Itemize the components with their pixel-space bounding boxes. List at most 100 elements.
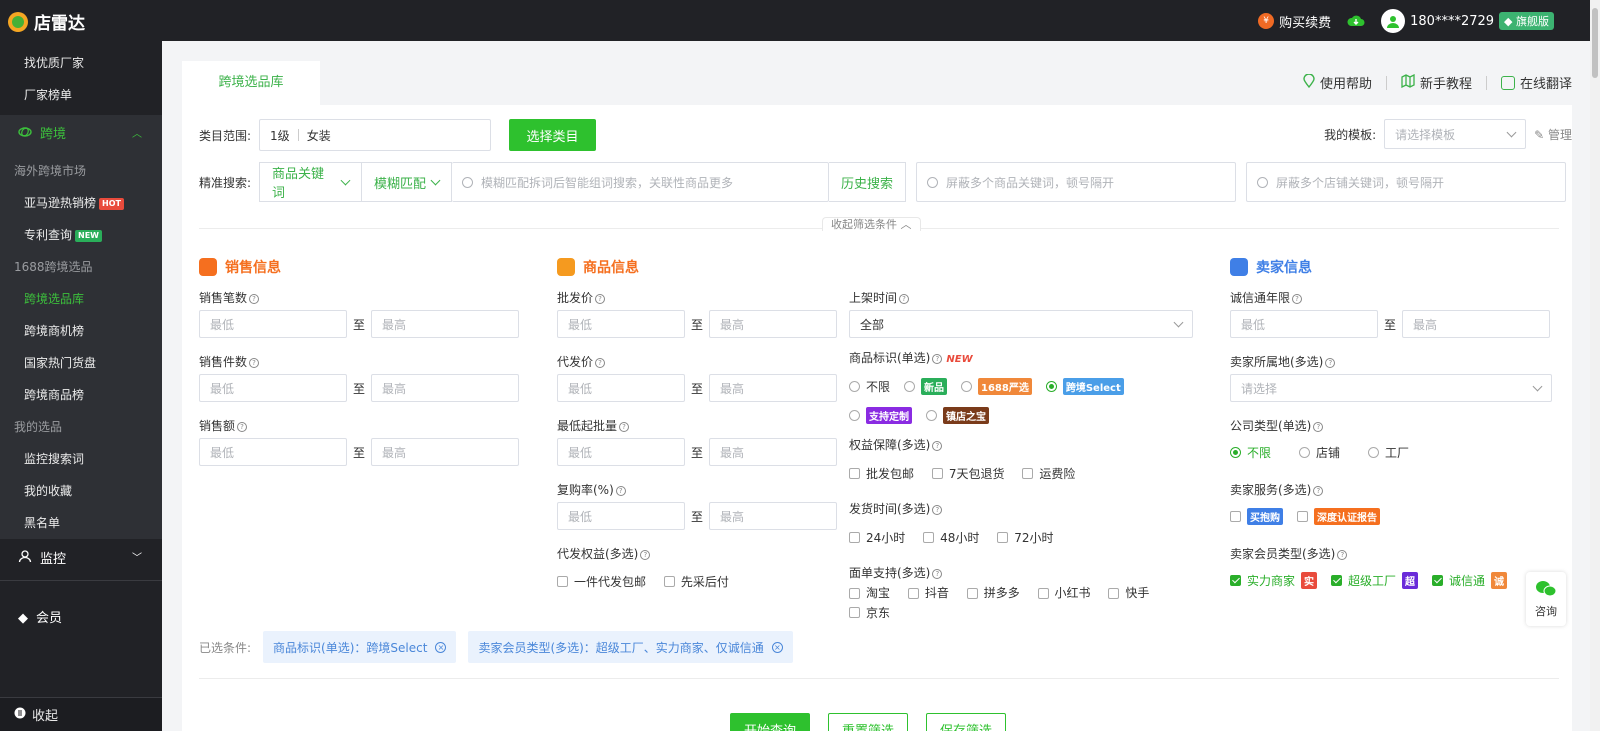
help-icon[interactable]: ? <box>249 357 260 368</box>
checkbox-wholesale-free-shipping[interactable]: 批发包邮 <box>849 465 914 482</box>
list-time-select[interactable]: 全部 <box>849 310 1193 338</box>
help-icon[interactable]: ? <box>932 504 943 515</box>
app-logo[interactable]: 店雷达 <box>8 9 85 34</box>
checkbox-credit[interactable]: 诚信通诚 <box>1432 572 1508 589</box>
sidebar-item-cross-product-rank[interactable]: 跨境商品榜 <box>0 379 162 411</box>
scroll-thumb[interactable] <box>1592 8 1598 78</box>
min-input[interactable]: 最低 <box>557 502 685 530</box>
sidebar-item-country-hot[interactable]: 国家热门货盘 <box>0 347 162 379</box>
sidebar-item-cross-library[interactable]: 跨境选品库 <box>0 283 162 315</box>
radio-mark-1688-select[interactable]: 1688严选 <box>961 378 1032 395</box>
select-category-button[interactable]: 选择类目 <box>509 119 597 151</box>
sidebar-item-cross-opportunity[interactable]: 跨境商机榜 <box>0 315 162 347</box>
help-icon[interactable]: ? <box>595 293 606 304</box>
help-icon[interactable]: ? <box>249 293 260 304</box>
collapse-filters-button[interactable]: 收起筛选条件 ︿ <box>822 217 921 231</box>
save-filter-button[interactable]: 保存筛选 <box>926 713 1006 731</box>
sidebar-item-patent[interactable]: 专利查询 NEW <box>0 219 162 251</box>
start-query-button[interactable]: 开始查询 <box>730 713 810 731</box>
selected-chip[interactable]: 卖家会员类型(多选)：超级工厂、实力商家、仅诚信通 × <box>468 631 793 663</box>
help-icon[interactable]: ? <box>619 421 630 432</box>
checkbox-super-factory[interactable]: 超级工厂超 <box>1331 572 1419 589</box>
max-input[interactable]: 最高 <box>371 310 520 338</box>
template-select[interactable]: 请选择模板 <box>1384 119 1527 149</box>
checkbox-taobao[interactable]: 淘宝 <box>849 584 890 602</box>
checkbox-xiaohongshu[interactable]: 小红书 <box>1037 584 1091 602</box>
sidebar-collapse-button[interactable]: 收起 <box>0 697 162 731</box>
min-input[interactable]: 最低 <box>199 374 347 402</box>
help-icon[interactable]: ? <box>932 353 943 364</box>
help-link[interactable]: 使用帮助 <box>1303 72 1372 92</box>
translate-link[interactable]: 在线翻译 <box>1500 73 1572 92</box>
radio-mark-new[interactable]: 新品 <box>904 378 948 395</box>
seller-location-select[interactable]: 请选择 <box>1230 374 1552 402</box>
help-icon[interactable]: ? <box>899 293 910 304</box>
selected-chip[interactable]: 商品标识(单选)：跨境Select × <box>263 631 457 663</box>
sidebar-item-amazon[interactable]: 亚马逊热销榜 HOT <box>0 187 162 219</box>
block-keyword-input[interactable]: 屏蔽多个商品关键词，顿号隔开 <box>916 162 1237 202</box>
help-icon[interactable]: ? <box>932 568 943 579</box>
checkbox-buy-later[interactable]: 先采后付 <box>663 573 729 590</box>
checkbox-deep-cert[interactable]: 深度认证报告 <box>1297 508 1380 525</box>
min-input[interactable]: 最低 <box>1230 310 1378 338</box>
sidebar-item-factory-rank[interactable]: 厂家榜单 <box>0 79 162 111</box>
sidebar-item-member[interactable]: ◆ 会员 <box>0 599 162 639</box>
sidebar-item-monitor-keywords[interactable]: 监控搜索词 <box>0 443 162 475</box>
sidebar-item-blacklist[interactable]: 黑名单 <box>0 507 162 539</box>
category-field[interactable]: 1级 女装 <box>259 119 492 151</box>
match-type-select[interactable]: 模糊匹配 <box>362 162 453 202</box>
keyword-search-input[interactable]: 模糊匹配拆词后智能组词搜索，关联性商品更多 <box>452 162 830 202</box>
checkbox-kuaishou[interactable]: 快手 <box>1108 584 1149 602</box>
sidebar-item-quality-factory[interactable]: 找优质厂家 <box>0 47 162 79</box>
checkbox-shipping-insurance[interactable]: 运费险 <box>1022 465 1075 482</box>
checkbox-7day-return[interactable]: 7天包退货 <box>931 465 1004 482</box>
checkbox-buy-protect[interactable]: 买抱购 <box>1230 508 1283 525</box>
help-icon[interactable]: ? <box>932 440 943 451</box>
help-icon[interactable]: ? <box>1325 357 1336 368</box>
max-input[interactable]: 最高 <box>371 438 520 466</box>
checkbox-free-shipping[interactable]: 一件代发包邮 <box>557 573 646 590</box>
reset-filter-button[interactable]: 重置筛选 <box>828 713 908 731</box>
help-icon[interactable]: ? <box>1337 549 1348 560</box>
help-icon[interactable]: ? <box>615 485 626 496</box>
keyword-type-select[interactable]: 商品关键词 <box>259 162 363 202</box>
min-input[interactable]: 最低 <box>557 310 685 338</box>
checkbox-douyin[interactable]: 抖音 <box>907 584 949 602</box>
close-icon[interactable]: × <box>435 641 447 653</box>
radio-company-any[interactable]: 不限 <box>1230 444 1271 461</box>
help-icon[interactable]: ? <box>640 549 651 560</box>
radio-company-shop[interactable]: 店铺 <box>1299 444 1340 461</box>
sidebar-group-cross-border[interactable]: 跨境 ︿ <box>0 115 162 155</box>
max-input[interactable]: 最高 <box>709 502 838 530</box>
sidebar-group-monitor[interactable]: 监控 ﹀ <box>0 539 162 581</box>
block-shop-input[interactable]: 屏蔽多个店铺关键词，顿号隔开 <box>1246 162 1567 202</box>
sidebar-item-favorites[interactable]: 我的收藏 <box>0 475 162 507</box>
history-search-button[interactable]: 历史搜索 <box>829 162 907 202</box>
checkbox-pinduoduo[interactable]: 拼多多 <box>966 584 1020 602</box>
max-input[interactable]: 最高 <box>709 374 838 402</box>
radio-mark-treasure[interactable]: 镇店之宝 <box>926 407 989 424</box>
radio-company-factory[interactable]: 工厂 <box>1368 444 1409 461</box>
user-menu[interactable]: 180****2729 ◆ 旗舰版 <box>1381 9 1554 33</box>
help-icon[interactable]: ? <box>1313 421 1324 432</box>
help-icon[interactable]: ? <box>237 421 248 432</box>
min-input[interactable]: 最低 <box>199 310 347 338</box>
cloud-download-icon[interactable] <box>1345 13 1367 29</box>
help-icon[interactable]: ? <box>1292 293 1303 304</box>
checkbox-48h[interactable]: 48小时 <box>923 529 979 546</box>
buy-renew-button[interactable]: ¥ 购买续费 <box>1258 12 1331 31</box>
tutorial-link[interactable]: 新手教程 <box>1401 73 1472 92</box>
checkbox-jd[interactable]: 京东 <box>849 604 890 622</box>
checkbox-strong-merchant[interactable]: 实力商家实 <box>1230 572 1318 589</box>
min-input[interactable]: 最低 <box>557 374 685 402</box>
max-input[interactable]: 最高 <box>709 310 838 338</box>
close-icon[interactable]: × <box>771 641 783 653</box>
max-input[interactable]: 最高 <box>709 438 838 466</box>
tab-cross-library[interactable]: 跨境选品库 <box>182 61 320 105</box>
radio-mark-cross-select[interactable]: 跨境Select <box>1045 378 1124 395</box>
consult-button[interactable]: 咨询 <box>1526 572 1566 626</box>
help-icon[interactable]: ? <box>1313 485 1324 496</box>
help-icon[interactable]: ? <box>595 357 606 368</box>
checkbox-72h[interactable]: 72小时 <box>997 529 1054 546</box>
radio-mark-any[interactable]: 不限 <box>849 378 890 395</box>
